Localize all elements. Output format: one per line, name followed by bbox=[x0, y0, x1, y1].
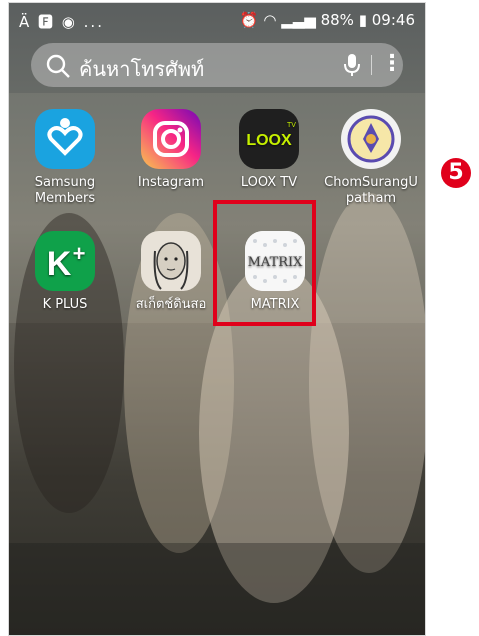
status-bar: Ä 🅵 ◉ ... ⏰ ◠ ▂▃▅ 88% ▮ 09:46 bbox=[9, 3, 425, 39]
svg-text:+: + bbox=[73, 241, 86, 266]
step-number-badge: 5 bbox=[441, 158, 471, 188]
loox-tv-icon: LOOX TV bbox=[239, 109, 299, 169]
svg-text:K: K bbox=[47, 245, 72, 283]
clock: 09:46 bbox=[371, 11, 415, 29]
microphone-icon[interactable] bbox=[343, 53, 361, 81]
instagram-icon bbox=[141, 109, 201, 169]
search-placeholder: ค้นหาโทรศัพท์ bbox=[79, 57, 205, 81]
search-icon bbox=[45, 53, 71, 83]
app-label: Samsung Members bbox=[34, 175, 96, 206]
highlight-box bbox=[213, 200, 316, 326]
svg-text:TV: TV bbox=[287, 122, 296, 129]
app-instagram[interactable]: Instagram bbox=[123, 109, 219, 191]
app-label: สเก็ตช์ดินสอ bbox=[135, 297, 207, 312]
app-label: LOOX TV bbox=[240, 175, 298, 190]
pencil-sketch-icon bbox=[141, 231, 201, 291]
more-options-icon[interactable]: ⋮ bbox=[381, 51, 403, 76]
wifi-icon: ◠ bbox=[263, 11, 277, 29]
app-samsung-members[interactable]: Samsung Members bbox=[17, 109, 113, 207]
status-right: ⏰ ◠ ▂▃▅ 88% ▮ 09:46 bbox=[240, 11, 415, 29]
app-label: K PLUS bbox=[42, 297, 88, 312]
alarm-icon: ⏰ bbox=[239, 11, 259, 29]
svg-text:LOOX: LOOX bbox=[246, 132, 292, 149]
school-emblem-icon bbox=[341, 109, 401, 169]
notification-icons: Ä 🅵 ◉ ... bbox=[19, 13, 104, 31]
app-k-plus[interactable]: K + K PLUS bbox=[17, 231, 113, 313]
k-plus-icon: K + bbox=[35, 231, 95, 291]
app-loox-tv[interactable]: LOOX TV LOOX TV bbox=[221, 109, 317, 191]
search-bar[interactable]: ค้นหาโทรศัพท์ ⋮ bbox=[31, 43, 403, 87]
search-divider bbox=[371, 55, 372, 75]
app-pencil-sketch[interactable]: สเก็ตช์ดินสอ bbox=[123, 231, 219, 313]
app-chomsurang[interactable]: ChomSurangU patham bbox=[323, 109, 419, 207]
samsung-members-icon bbox=[35, 109, 95, 169]
battery-icon: ▮ bbox=[358, 11, 367, 29]
app-label: Instagram bbox=[137, 175, 205, 190]
app-label: ChomSurangU patham bbox=[324, 175, 418, 206]
battery-percent: 88% bbox=[320, 11, 354, 29]
signal-icon: ▂▃▅ bbox=[281, 11, 316, 29]
